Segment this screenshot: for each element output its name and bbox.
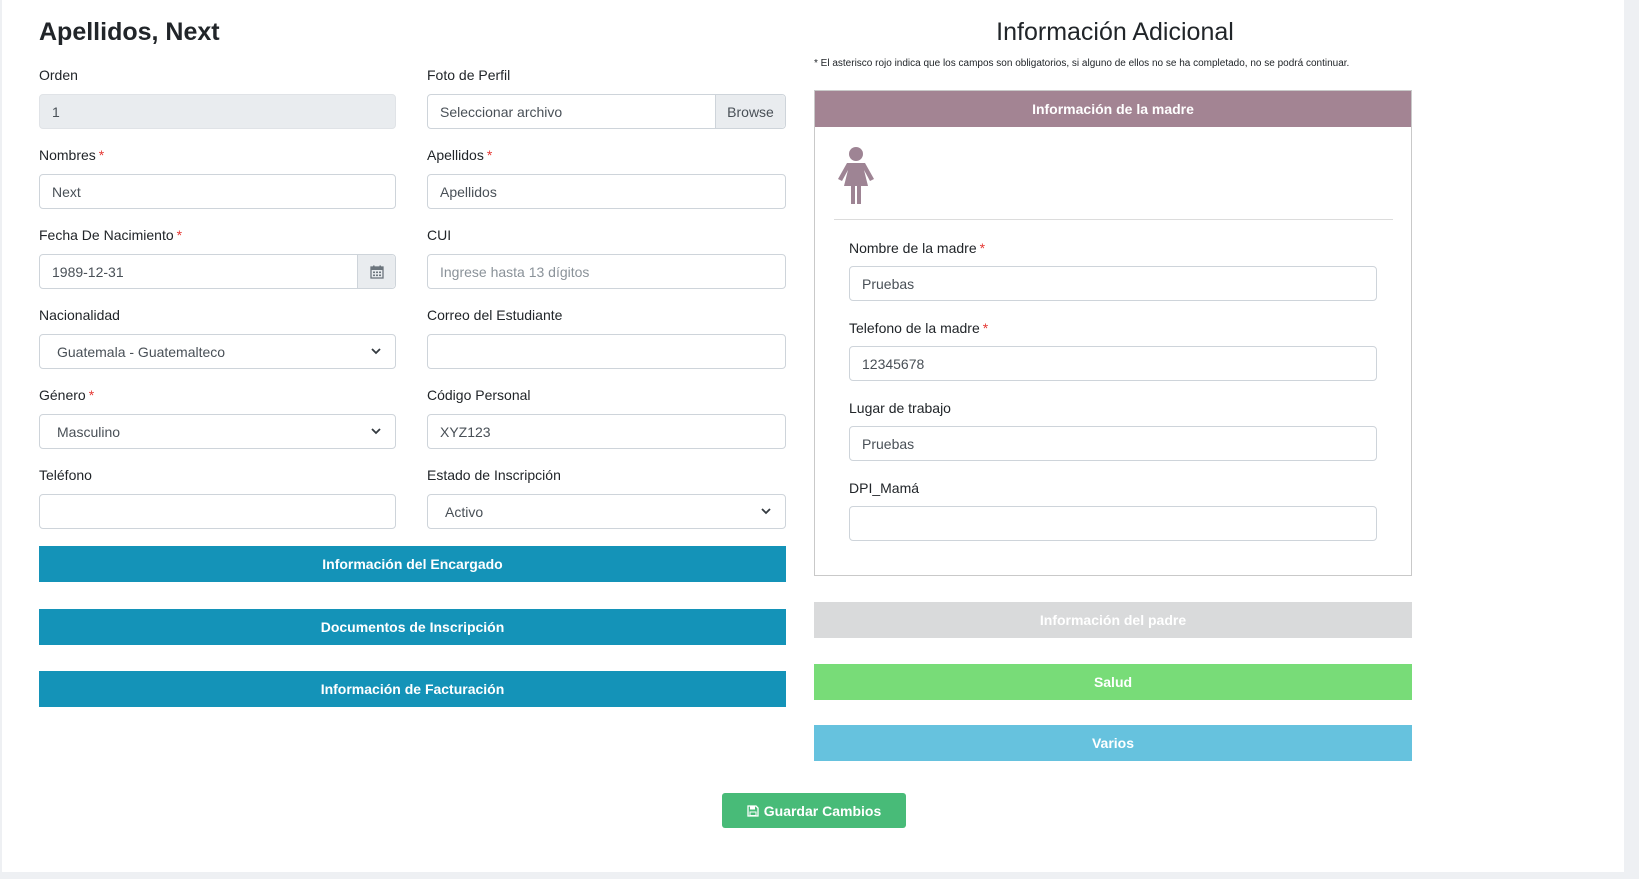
dpi-mama-input[interactable] [849, 506, 1377, 541]
mother-name-input[interactable]: Pruebas [849, 266, 1377, 301]
page-title: Apellidos, Next [39, 18, 220, 46]
additional-info-title: Información Adicional [996, 18, 1234, 46]
fecha-label: Fecha De Nacimiento * [39, 227, 182, 243]
apellidos-input[interactable]: Apellidos [427, 174, 786, 209]
apellidos-label: Apellidos * [427, 147, 492, 163]
section-encargado-button[interactable]: Información del Encargado [39, 546, 786, 582]
female-person-icon [838, 147, 874, 204]
nacionalidad-label: Nacionalidad [39, 307, 120, 323]
main-card: Apellidos, Next Orden 1 Foto de Perfil S… [2, 0, 1624, 872]
cui-placeholder: Ingrese hasta 13 dígitos [440, 263, 590, 280]
chevron-down-icon [759, 505, 773, 519]
correo-label: Correo del Estudiante [427, 307, 563, 323]
required-mark: * [88, 387, 95, 403]
mother-panel-divider [834, 219, 1393, 220]
save-changes-label: Guardar Cambios [763, 802, 882, 819]
genero-label: Género * [39, 387, 94, 403]
mother-name-value: Pruebas [862, 275, 915, 292]
telefono-input[interactable] [39, 494, 396, 529]
required-mark: * [979, 240, 986, 256]
mother-phone-label: Telefono de la madre * [849, 320, 988, 336]
floppy-disk-icon [747, 804, 759, 817]
genero-label-text: Género [39, 387, 86, 403]
birthdate-input[interactable]: 1989-12-31 [39, 254, 396, 289]
nacionalidad-select[interactable]: Guatemala - Guatemalteco [39, 334, 396, 369]
chevron-down-icon [369, 425, 383, 439]
nacionalidad-value: Guatemala - Guatemalteco [57, 343, 226, 360]
section-documentos-button[interactable]: Documentos de Inscripción [39, 609, 786, 645]
workplace-value: Pruebas [862, 435, 915, 452]
section-padre-button[interactable]: Información del padre [814, 602, 1412, 638]
required-mark: * [98, 147, 105, 163]
section-salud-button[interactable]: Salud [814, 664, 1412, 700]
required-mark: * [486, 147, 493, 163]
nombres-label: Nombres * [39, 147, 104, 163]
dpi-mama-label: DPI_Mamá [849, 480, 920, 496]
estado-value: Activo [445, 503, 484, 520]
mother-name-label-text: Nombre de la madre [849, 240, 977, 256]
telefono-label: Teléfono [39, 467, 92, 483]
browse-button[interactable]: Browse [715, 95, 785, 128]
codigo-label: Código Personal [427, 387, 531, 403]
required-fields-note: * El asterisco rojo indica que los campo… [814, 58, 1350, 69]
orden-label: Orden [39, 67, 78, 83]
required-mark: * [176, 227, 183, 243]
genero-select[interactable]: Masculino [39, 414, 396, 449]
codigo-value: XYZ123 [440, 423, 491, 440]
calendar-icon [369, 265, 384, 279]
nombres-value: Next [52, 183, 81, 200]
foto-label: Foto de Perfil [427, 67, 511, 83]
estado-label: Estado de Inscripción [427, 467, 561, 483]
workplace-label: Lugar de trabajo [849, 400, 951, 416]
mother-panel-header[interactable]: Información de la madre [815, 91, 1411, 127]
photo-placeholder: Seleccionar archivo [440, 103, 563, 120]
mother-phone-label-text: Telefono de la madre [849, 320, 980, 336]
genero-value: Masculino [57, 423, 121, 440]
codigo-input[interactable]: XYZ123 [427, 414, 786, 449]
birthdate-value: 1989-12-31 [52, 263, 124, 280]
section-facturacion-button[interactable]: Información de Facturación [39, 671, 786, 707]
section-varios-button[interactable]: Varios [814, 725, 1412, 761]
calendar-button[interactable] [357, 255, 395, 288]
profile-photo-input[interactable]: Seleccionar archivo Browse [427, 94, 786, 129]
mother-phone-input[interactable]: 12345678 [849, 346, 1377, 381]
apellidos-label-text: Apellidos [427, 147, 484, 163]
orden-value: 1 [52, 103, 60, 120]
fecha-label-text: Fecha De Nacimiento [39, 227, 174, 243]
mother-phone-value: 12345678 [862, 355, 925, 372]
workplace-input[interactable]: Pruebas [849, 426, 1377, 461]
save-changes-button[interactable]: Guardar Cambios [722, 793, 906, 828]
nombres-label-text: Nombres [39, 147, 96, 163]
cui-label: CUI [427, 227, 452, 243]
estado-select[interactable]: Activo [427, 494, 786, 529]
cui-input[interactable]: Ingrese hasta 13 dígitos [427, 254, 786, 289]
nombres-input[interactable]: Next [39, 174, 396, 209]
required-mark: * [982, 320, 989, 336]
apellidos-value: Apellidos [440, 183, 497, 200]
mother-name-label: Nombre de la madre * [849, 240, 985, 256]
email-input[interactable] [427, 334, 786, 369]
orden-field: 1 [39, 94, 396, 129]
chevron-down-icon [369, 345, 383, 359]
